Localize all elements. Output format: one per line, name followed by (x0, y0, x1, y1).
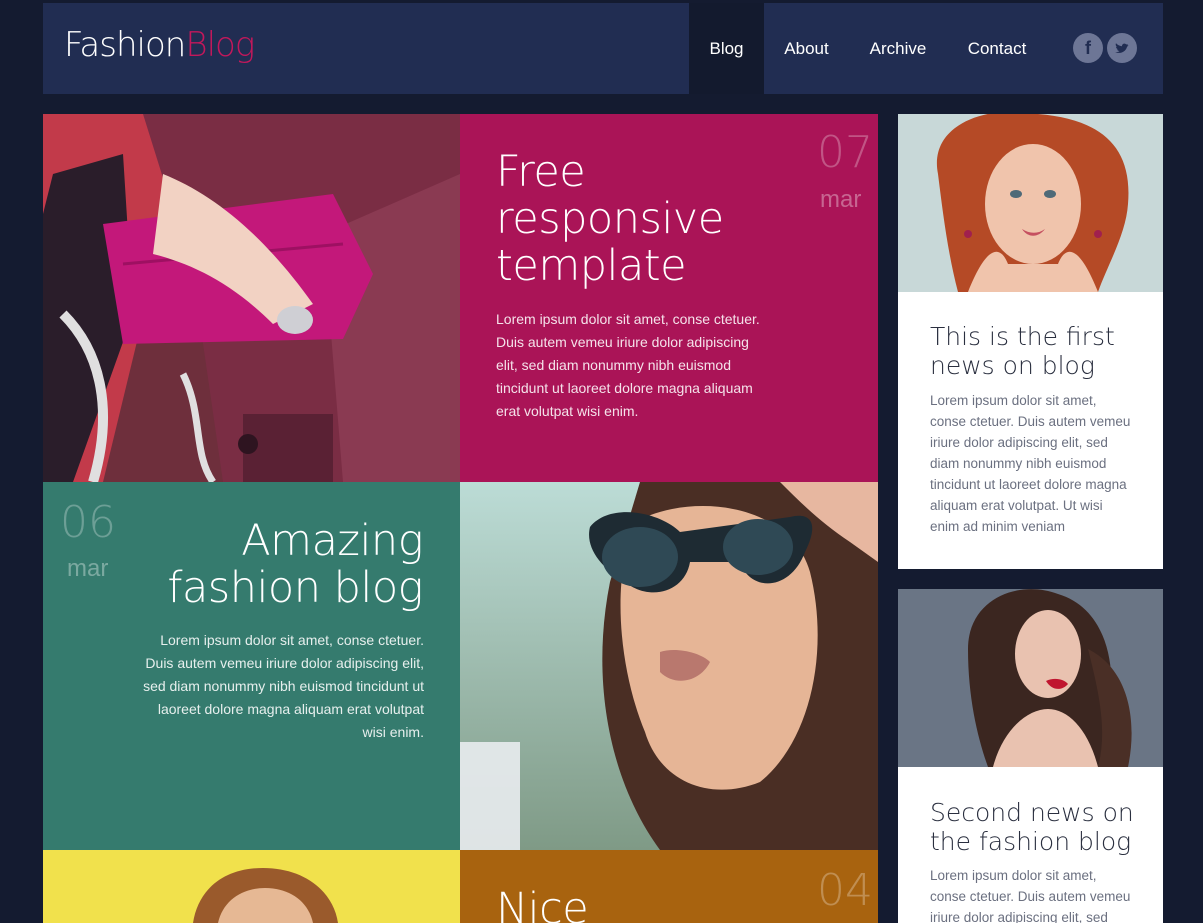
post-title[interactable]: Nice (496, 886, 816, 923)
site-header: FashionBlog Blog About Archive Contact f (43, 3, 1163, 94)
post-photo-sunglasses[interactable] (460, 482, 878, 850)
sidebar-news-title[interactable]: Second news on the fashion blog (930, 798, 1145, 856)
post-photo-yellow[interactable] (43, 850, 460, 923)
sidebar-news-card[interactable]: This is the first news on blog Lorem ips… (898, 114, 1163, 569)
post-photo-bag[interactable] (43, 114, 460, 482)
twitter-bird-icon (1115, 43, 1129, 53)
sidebar-news-card[interactable]: Second news on the fashion blog Lorem ip… (898, 589, 1163, 923)
post-title-line: Free (496, 147, 586, 197)
post-card-nice[interactable]: 04 Nice (460, 850, 878, 923)
nav-item-archive[interactable]: Archive (849, 3, 947, 94)
post-date-month: mar (67, 555, 109, 582)
twitter-icon[interactable] (1107, 33, 1137, 63)
post-date-day: 06 (60, 497, 116, 548)
sidebar-news-excerpt: Lorem ipsum dolor sit amet, conse ctetue… (930, 868, 1131, 923)
post-date-day: 07 (817, 127, 873, 178)
post-title[interactable]: Free responsive template (496, 149, 816, 290)
brunette-woman-image (898, 589, 1163, 767)
site-logo[interactable]: FashionBlog (64, 25, 255, 65)
facebook-icon[interactable]: f (1073, 33, 1103, 63)
woman-yellow-background-image (43, 850, 460, 923)
nav-item-blog[interactable]: Blog (689, 3, 764, 94)
logo-main-text: Fashion (64, 25, 186, 65)
post-title-line: fashion blog (167, 563, 423, 613)
post-title-line: responsive (496, 194, 724, 244)
post-date-month: mar (820, 186, 862, 213)
post-title[interactable]: Amazing fashion blog (143, 518, 423, 612)
post-card-amazing-fashion[interactable]: 06 mar Amazing fashion blog Lorem ipsum … (43, 482, 460, 850)
post-excerpt: Lorem ipsum dolor sit amet, conse ctetue… (143, 632, 424, 740)
sidebar-news-excerpt: Lorem ipsum dolor sit amet, conse ctetue… (930, 393, 1131, 534)
post-title-line: template (496, 241, 687, 291)
post-date-day: 04 (817, 865, 873, 916)
post-title-line: Amazing (241, 516, 423, 566)
nav-item-about[interactable]: About (764, 3, 849, 94)
redhead-woman-image (898, 114, 1163, 292)
page: FashionBlog Blog About Archive Contact f (0, 0, 1203, 923)
post-excerpt: Lorem ipsum dolor sit amet, conse ctetue… (496, 311, 760, 419)
post-title-line: Nice (496, 884, 589, 923)
post-card-free-template[interactable]: 07 mar Free responsive template Lorem ip… (460, 114, 878, 482)
logo-accent-text: Blog (185, 25, 255, 65)
nav-item-contact[interactable]: Contact (947, 3, 1047, 94)
sidebar-news-title[interactable]: This is the first news on blog (930, 322, 1145, 380)
sunglasses-woman-image (460, 482, 878, 850)
handbag-image (43, 114, 460, 482)
